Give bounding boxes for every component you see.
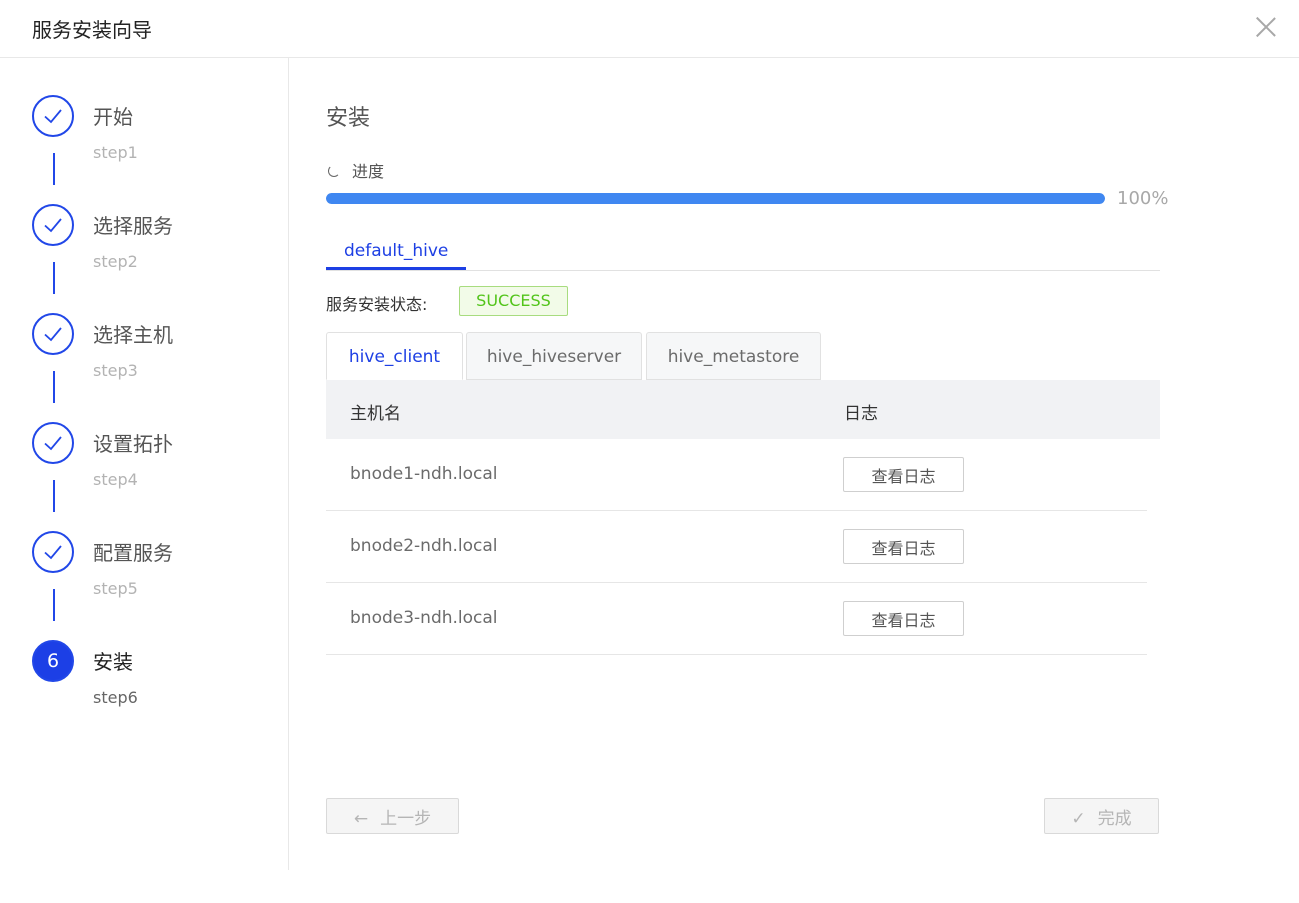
- host-name: bnode1-ndh.local: [350, 464, 498, 484]
- step-5-circle: [32, 531, 74, 573]
- progress-percent: 100%: [1117, 188, 1169, 209]
- arrow-left-icon: ←: [353, 808, 369, 829]
- step-4-circle: [32, 422, 74, 464]
- close-icon[interactable]: [1255, 16, 1277, 38]
- column-header-host: 主机名: [350, 404, 401, 424]
- finish-label: 完成: [1097, 808, 1132, 829]
- step-5: 配置服务 step5: [32, 531, 272, 640]
- step-3: 选择主机 step3: [32, 313, 272, 422]
- step-connector: [53, 153, 55, 185]
- prev-step-label: 上一步: [380, 808, 432, 829]
- section-title: 安装: [326, 106, 371, 131]
- step-2-sub: step2: [93, 252, 138, 271]
- dialog-header: 服务安装向导: [0, 0, 1299, 58]
- step-6-circle: 6: [32, 640, 74, 682]
- component-tabs: hive_client hive_hiveserver hive_metasto…: [326, 332, 1160, 380]
- step-1-label: 开始: [93, 105, 133, 129]
- table-header: 主机名 日志: [326, 380, 1160, 439]
- step-2-circle: [32, 204, 74, 246]
- step-3-sub: step3: [93, 361, 138, 380]
- step-6-sub: step6: [93, 688, 138, 707]
- step-4: 设置拓扑 step4: [32, 422, 272, 531]
- service-tabs: default_hive: [326, 234, 1160, 271]
- table-row: bnode3-ndh.local 查看日志: [326, 583, 1147, 655]
- progress-bar: [326, 193, 1105, 204]
- host-name: bnode2-ndh.local: [350, 536, 498, 556]
- view-log-button[interactable]: 查看日志: [843, 601, 964, 636]
- column-header-log: 日志: [844, 404, 878, 424]
- finish-button[interactable]: ✓ 完成: [1044, 798, 1159, 834]
- view-log-button[interactable]: 查看日志: [843, 529, 964, 564]
- tab-default-hive[interactable]: default_hive: [326, 234, 467, 270]
- step-1-sub: step1: [93, 143, 138, 162]
- step-4-label: 设置拓扑: [93, 432, 173, 456]
- tab-hive-client[interactable]: hive_client: [326, 332, 463, 380]
- check-icon: [44, 545, 62, 560]
- step-6: 6 安装 step6: [32, 640, 272, 749]
- prev-step-button[interactable]: ← 上一步: [326, 798, 459, 834]
- step-connector: [53, 262, 55, 294]
- host-name: bnode3-ndh.local: [350, 608, 498, 628]
- step-5-sub: step5: [93, 579, 138, 598]
- step-1-circle: [32, 95, 74, 137]
- steps-sidebar: 开始 step1 选择服务 step2 选择主机 step3 设置拓扑 step…: [0, 58, 289, 870]
- status-badge: SUCCESS: [459, 286, 568, 316]
- check-icon: [44, 218, 62, 233]
- step-connector: [53, 480, 55, 512]
- check-icon: [44, 436, 62, 451]
- progress-fill: [326, 193, 1105, 204]
- step-3-circle: [32, 313, 74, 355]
- progress-label: 进度: [326, 158, 384, 182]
- tab-hive-metastore[interactable]: hive_metastore: [646, 332, 821, 380]
- install-panel: 安装 进度 100% default_hive 服务安装状态: SUCCESS …: [326, 58, 1186, 870]
- view-log-button[interactable]: 查看日志: [843, 457, 964, 492]
- check-icon: [44, 109, 62, 124]
- check-icon: ✓: [1071, 808, 1086, 829]
- step-3-label: 选择主机: [93, 323, 173, 347]
- hosts-table: 主机名 日志 bnode1-ndh.local 查看日志 bnode2-ndh.…: [326, 380, 1160, 655]
- table-row: bnode2-ndh.local 查看日志: [326, 511, 1147, 583]
- step-connector: [53, 589, 55, 621]
- step-4-sub: step4: [93, 470, 138, 489]
- step-number: 6: [46, 650, 60, 672]
- step-5-label: 配置服务: [93, 541, 173, 565]
- table-row: bnode1-ndh.local 查看日志: [326, 439, 1147, 511]
- step-6-label: 安装: [93, 650, 133, 674]
- step-2: 选择服务 step2: [32, 204, 272, 313]
- step-2-label: 选择服务: [93, 214, 173, 238]
- dialog-title: 服务安装向导: [32, 18, 152, 42]
- progress-text: 进度: [352, 162, 385, 181]
- step-connector: [53, 371, 55, 403]
- check-icon: [44, 327, 62, 342]
- loading-icon: [328, 164, 340, 177]
- status-label: 服务安装状态:: [326, 295, 428, 314]
- tab-hive-hiveserver[interactable]: hive_hiveserver: [466, 332, 642, 380]
- step-1: 开始 step1: [32, 95, 272, 204]
